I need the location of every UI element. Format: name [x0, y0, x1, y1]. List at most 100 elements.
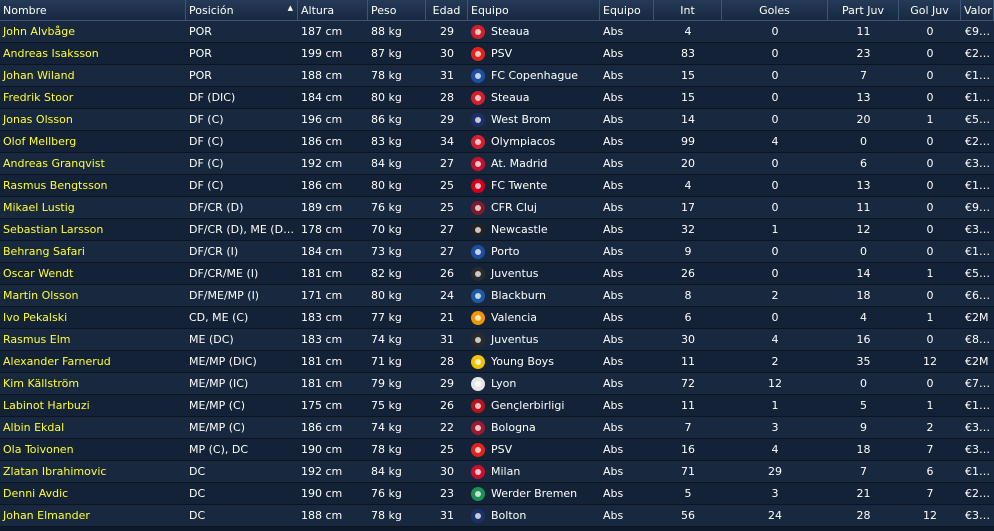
column-header-value[interactable]: Valor	[961, 0, 994, 21]
column-header-position[interactable]: Posición ▲	[186, 0, 298, 21]
table-row[interactable]: Martin Olsson DF/ME/MP (I) 171 cm 80 kg 24 Bl…	[0, 285, 994, 307]
table-row[interactable]: Behrang Safari DF/CR (I) 184 cm 73 kg 27 Port…	[0, 241, 994, 263]
player-squad: Abs	[600, 65, 654, 87]
player-club[interactable]: PSV	[468, 439, 600, 461]
table-row[interactable]: Mikael Lustig DF/CR (D) 189 cm 76 kg 25 CFR C…	[0, 197, 994, 219]
player-club[interactable]: West Brom	[468, 109, 600, 131]
player-height: 190 cm	[298, 483, 368, 505]
table-row[interactable]: Andreas Isaksson POR 199 cm 87 kg 30 PSV Abs 83…	[0, 43, 994, 65]
table-row[interactable]: Labinot Harbuzi ME/MP (C) 175 cm 75 kg 26 Gen…	[0, 395, 994, 417]
player-name[interactable]: Zlatan Ibrahimovic	[0, 461, 186, 483]
table-row[interactable]: Sebastian Larsson DF/CR (D), ME (DC)... 17…	[0, 219, 994, 241]
table-row[interactable]: Ivo Pekalski CD, ME (C) 183 cm 77 kg 21 Valen…	[0, 307, 994, 329]
player-club[interactable]: Werder Bremen	[468, 483, 600, 505]
player-club[interactable]: Young Boys	[468, 351, 600, 373]
table-row[interactable]: Olof Mellberg DF (C) 186 cm 83 kg 34 Olympiac…	[0, 131, 994, 153]
player-name[interactable]: Sebastian Larsson	[0, 219, 186, 241]
player-club[interactable]: Milan	[468, 461, 600, 483]
player-club[interactable]: Lyon	[468, 373, 600, 395]
player-name[interactable]: Johan Elmander	[0, 505, 186, 527]
table-row[interactable]: Rasmus Bengtsson DF (C) 186 cm 80 kg 25 FC Tw…	[0, 175, 994, 197]
column-header-weight[interactable]: Peso	[368, 0, 426, 21]
column-header-youth-goals[interactable]: Gol Juv	[899, 0, 961, 21]
table-row[interactable]: Alexander Farnerud ME/MP (DIC) 181 cm 71 kg…	[0, 351, 994, 373]
player-age: 25	[426, 439, 468, 461]
player-name[interactable]: John Alvbåge	[0, 21, 186, 43]
table-row[interactable]: Ola Toivonen MP (C), DC 190 cm 78 kg 25 PSV Ab…	[0, 439, 994, 461]
player-name[interactable]: Johan Wiland	[0, 65, 186, 87]
player-club[interactable]: Valencia	[468, 307, 600, 329]
column-header-youth-apps[interactable]: Part Juv	[828, 0, 899, 21]
table-row[interactable]: Kim Källström ME/MP (IC) 181 cm 79 kg 29 Lyon…	[0, 373, 994, 395]
player-name[interactable]: Alexander Farnerud	[0, 351, 186, 373]
column-header-name[interactable]: Nombre	[0, 0, 186, 21]
table-row[interactable]: Andreas Granqvist DF (C) 192 cm 84 kg 27 At. …	[0, 153, 994, 175]
table-row[interactable]: Fredrik Stoor DF (DIC) 184 cm 80 kg 28 Steaua…	[0, 87, 994, 109]
player-caps: 56	[654, 505, 722, 527]
lyon-crest-icon	[471, 376, 485, 391]
player-name[interactable]: Martin Olsson	[0, 285, 186, 307]
player-name[interactable]: Denni Avdic	[0, 483, 186, 505]
player-club[interactable]: Newcastle	[468, 219, 600, 241]
table-row[interactable]: Johan Elmander DC 188 cm 78 kg 31 Bolton Abs 56…	[0, 505, 994, 527]
player-value: €3,6M	[961, 439, 994, 461]
player-name[interactable]: Andreas Isaksson	[0, 43, 186, 65]
player-name[interactable]: Andreas Granqvist	[0, 153, 186, 175]
player-name[interactable]: Jonas Olsson	[0, 109, 186, 131]
club-label: Juventus	[491, 333, 539, 346]
player-club[interactable]: Porto	[468, 241, 600, 263]
player-caps: 26	[654, 263, 722, 285]
player-goals: 0	[722, 65, 828, 87]
player-club[interactable]: Juventus	[468, 329, 600, 351]
player-squad: Abs	[600, 87, 654, 109]
player-club[interactable]: At. Madrid	[468, 153, 600, 175]
player-club[interactable]: Steaua	[468, 21, 600, 43]
table-row[interactable]: Johan Wiland POR 188 cm 78 kg 31 FC Copenhagu…	[0, 65, 994, 87]
player-squad: Abs	[600, 417, 654, 439]
player-name[interactable]: Ola Toivonen	[0, 439, 186, 461]
fc-twente-crest-icon	[471, 178, 485, 193]
player-position: DF/CR (I)	[186, 241, 298, 263]
column-header-goals[interactable]: Goles	[722, 0, 828, 21]
player-name[interactable]: Labinot Harbuzi	[0, 395, 186, 417]
player-club[interactable]: PSV	[468, 43, 600, 65]
player-name[interactable]: Albin Ekdal	[0, 417, 186, 439]
column-header-height[interactable]: Altura	[298, 0, 368, 21]
player-club[interactable]: Juventus	[468, 263, 600, 285]
player-club[interactable]: Bologna	[468, 417, 600, 439]
player-name[interactable]: Olof Mellberg	[0, 131, 186, 153]
player-club[interactable]: FC Copenhague	[468, 65, 600, 87]
player-name[interactable]: Behrang Safari	[0, 241, 186, 263]
player-name[interactable]: Rasmus Bengtsson	[0, 175, 186, 197]
table-row[interactable]: Jonas Olsson DF (C) 196 cm 86 kg 29 West Brom…	[0, 109, 994, 131]
player-club[interactable]: Blackburn	[468, 285, 600, 307]
player-value: €250m	[961, 131, 994, 153]
player-name[interactable]: Oscar Wendt	[0, 263, 186, 285]
column-header-caps[interactable]: Int	[654, 0, 722, 21]
player-name[interactable]: Mikael Lustig	[0, 197, 186, 219]
column-header-club[interactable]: Equipo	[468, 0, 600, 21]
table-row[interactable]: Zlatan Ibrahimovic DC 192 cm 84 kg 30 Milan Ab…	[0, 461, 994, 483]
column-header-squad[interactable]: Equipo	[600, 0, 654, 21]
player-name[interactable]: Fredrik Stoor	[0, 87, 186, 109]
player-height: 187 cm	[298, 21, 368, 43]
player-club[interactable]: Bolton	[468, 505, 600, 527]
player-age: 23	[426, 483, 468, 505]
table-row[interactable]: Denni Avdic DC 190 cm 76 kg 23 Werder Bremen A…	[0, 483, 994, 505]
column-header-age[interactable]: Edad	[426, 0, 468, 21]
player-club[interactable]: FC Twente	[468, 175, 600, 197]
player-club[interactable]: CFR Cluj	[468, 197, 600, 219]
player-club[interactable]: Steaua	[468, 87, 600, 109]
player-name[interactable]: Rasmus Elm	[0, 329, 186, 351]
player-position: ME/MP (C)	[186, 395, 298, 417]
table-row[interactable]: John Alvbåge POR 187 cm 88 kg 29 Steaua Abs 4 0 1…	[0, 21, 994, 43]
club-label: Valencia	[491, 311, 538, 324]
table-row[interactable]: Rasmus Elm ME (DC) 183 cm 74 kg 31 Juventus Ab…	[0, 329, 994, 351]
player-squad: Abs	[600, 241, 654, 263]
player-club[interactable]: Olympiacos	[468, 131, 600, 153]
player-name[interactable]: Ivo Pekalski	[0, 307, 186, 329]
table-row[interactable]: Oscar Wendt DF/CR/ME (I) 181 cm 82 kg 26 Juve…	[0, 263, 994, 285]
player-club[interactable]: Gençlerbirligi	[468, 395, 600, 417]
table-row[interactable]: Albin Ekdal ME/MP (C) 186 cm 74 kg 22 Bologna…	[0, 417, 994, 439]
player-name[interactable]: Kim Källström	[0, 373, 186, 395]
